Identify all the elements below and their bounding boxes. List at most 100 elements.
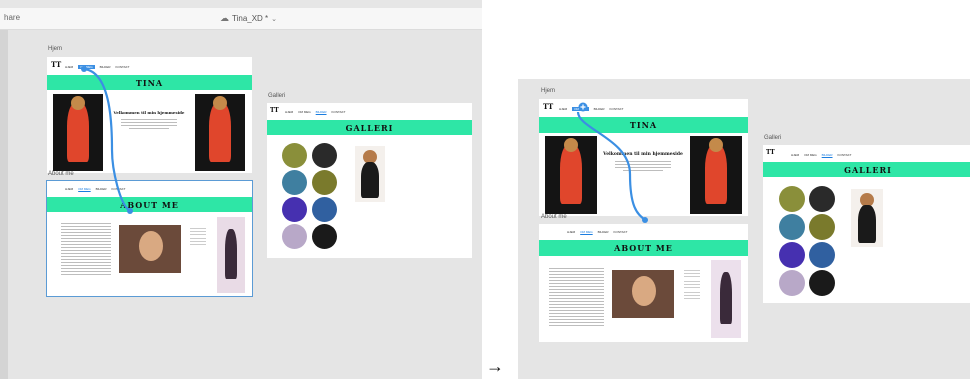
document-title-text: Tina_XD *: [232, 14, 269, 23]
nav-bar: HJEM OM MEG BILDER KONTAKT: [285, 110, 345, 114]
nav-item-pictures[interactable]: BILDER: [594, 107, 605, 111]
gallery-thumb[interactable]: [809, 214, 835, 240]
artboard-about[interactable]: HJEM OM MEG BILDER KONTAKT ABOUT ME: [46, 180, 253, 297]
photo-figure: [225, 229, 237, 279]
right-arrow-icon: →: [486, 356, 504, 376]
artboard-gallery[interactable]: TT HJEM OM MEG BILDER KONTAKT GALLERI: [763, 145, 970, 303]
nav-item-home[interactable]: HJEM: [285, 110, 293, 114]
document-title[interactable]: ☁ Tina_XD * ⌄: [220, 13, 277, 24]
about-body-text: [549, 268, 604, 328]
canvas-edge: [0, 30, 8, 379]
gallery-thumb[interactable]: [282, 170, 307, 195]
nav-item-about[interactable]: OM MEG: [580, 230, 593, 234]
nav-item-contact[interactable]: KONTAKT: [116, 65, 130, 69]
about-body-text: [61, 223, 111, 277]
artboard-home[interactable]: TT HJEM OM MEG BILDER KONTAKT TINA Velko…: [539, 99, 748, 216]
gallery-thumb[interactable]: [282, 197, 307, 222]
about-side-column: [190, 225, 206, 247]
nav-item-pictures[interactable]: BILDER: [96, 187, 107, 191]
artboard-label-home[interactable]: Hjem: [48, 46, 62, 52]
gallery-banner: GALLERI: [267, 120, 472, 135]
nav-bar: HJEM OM MEG BILDER KONTAKT: [567, 230, 627, 234]
nav-item-contact[interactable]: KONTAKT: [112, 187, 126, 191]
about-banner: ABOUT ME: [539, 240, 748, 256]
home-welcome-heading: Velkommen til min hjemmeside: [603, 152, 683, 157]
gallery-thumb[interactable]: [809, 242, 835, 268]
gallery-thumb[interactable]: [282, 224, 307, 249]
logo: TT: [270, 107, 279, 114]
about-portrait: [119, 225, 181, 273]
nav-bar: HJEM OM MEG BILDER KONTAKT: [559, 107, 623, 111]
artboard-gallery[interactable]: TT HJEM OM MEG BILDER KONTAKT GALLERI: [267, 103, 472, 258]
photo-figure: [560, 144, 582, 204]
nav-item-home[interactable]: HJEM: [559, 107, 567, 111]
nav-item-pictures[interactable]: BILDER: [100, 65, 111, 69]
xd-canvas-after[interactable]: Hjem TT HJEM OM MEG BILDER KONTAKT TINA …: [518, 79, 970, 379]
nav-item-home[interactable]: HJEM: [791, 153, 799, 157]
nav-item-about[interactable]: OM MEG: [572, 107, 589, 111]
artboard-label-home[interactable]: Hjem: [541, 88, 555, 94]
cloud-icon: ☁: [220, 13, 229, 23]
nav-item-pictures[interactable]: BILDER: [822, 153, 833, 157]
nav-bar: HJEM OM MEG BILDER KONTAKT: [65, 187, 125, 191]
photo-figure: [361, 162, 379, 198]
nav-item-contact[interactable]: KONTAKT: [614, 230, 628, 234]
gallery-thumb[interactable]: [312, 224, 337, 249]
nav-item-home[interactable]: HJEM: [65, 187, 73, 191]
about-photo-side: [711, 260, 741, 338]
screenshot-root: hare ☁ Tina_XD * ⌄ Hjem TT HJEM OM MEG B…: [0, 0, 970, 379]
gallery-thumb[interactable]: [312, 197, 337, 222]
gallery-feature-photo: [355, 146, 385, 202]
gallery-thumb[interactable]: [809, 270, 835, 296]
photo-head: [71, 96, 85, 110]
share-button[interactable]: hare: [4, 13, 20, 22]
gallery-thumb[interactable]: [282, 143, 307, 168]
nav-item-contact[interactable]: KONTAKT: [610, 107, 624, 111]
artboard-about[interactable]: HJEM OM MEG BILDER KONTAKT ABOUT ME: [539, 224, 748, 342]
home-photo-left: [545, 136, 597, 214]
gallery-thumb[interactable]: [779, 270, 805, 296]
gallery-thumb[interactable]: [312, 170, 337, 195]
logo: TT: [51, 60, 62, 69]
nav-item-about[interactable]: OM MEG: [804, 153, 817, 157]
nav-item-contact[interactable]: KONTAKT: [332, 110, 346, 114]
artboard-label-about[interactable]: About me: [541, 214, 567, 220]
nav-item-pictures[interactable]: BILDER: [316, 110, 327, 114]
about-portrait: [612, 270, 674, 318]
logo: TT: [543, 102, 554, 111]
photo-figure: [705, 144, 727, 204]
xd-window-before: hare ☁ Tina_XD * ⌄ Hjem TT HJEM OM MEG B…: [0, 0, 482, 379]
nav-item-home[interactable]: HJEM: [567, 230, 575, 234]
home-body-text: [615, 161, 671, 171]
nav-item-home[interactable]: HJEM: [65, 65, 73, 69]
nav-bar: HJEM OM MEG BILDER KONTAKT: [791, 153, 851, 157]
chevron-down-icon: ⌄: [271, 15, 278, 23]
gallery-banner: GALLERI: [763, 162, 970, 177]
artboard-home[interactable]: TT HJEM OM MEG BILDER KONTAKT TINA Velko…: [47, 57, 252, 173]
photo-head: [709, 138, 723, 152]
link-end-handle: [642, 217, 648, 223]
artboard-label-gallery[interactable]: Galleri: [764, 135, 781, 141]
home-photo-right: [690, 136, 742, 214]
nav-item-contact[interactable]: KONTAKT: [838, 153, 852, 157]
photo-head: [564, 138, 578, 152]
gallery-thumb[interactable]: [779, 242, 805, 268]
about-side-column: [684, 268, 700, 301]
nav-item-pictures[interactable]: BILDER: [598, 230, 609, 234]
nav-item-about[interactable]: OM MEG: [78, 65, 95, 69]
gallery-thumb[interactable]: [809, 186, 835, 212]
nav-item-about[interactable]: OM MEG: [298, 110, 311, 114]
gallery-thumb[interactable]: [312, 143, 337, 168]
artboard-label-gallery[interactable]: Galleri: [268, 93, 285, 99]
gallery-thumb[interactable]: [779, 214, 805, 240]
home-banner: TINA: [539, 117, 748, 133]
nav-bar: HJEM OM MEG BILDER KONTAKT: [65, 65, 129, 69]
about-banner: ABOUT ME: [47, 197, 252, 212]
logo: TT: [766, 149, 775, 156]
nav-item-about[interactable]: OM MEG: [78, 187, 91, 191]
artboard-label-about[interactable]: About me: [48, 171, 74, 177]
photo-figure: [67, 102, 89, 162]
gallery-thumb[interactable]: [779, 186, 805, 212]
photo-figure: [858, 205, 876, 243]
title-bar: hare ☁ Tina_XD * ⌄: [0, 8, 482, 30]
